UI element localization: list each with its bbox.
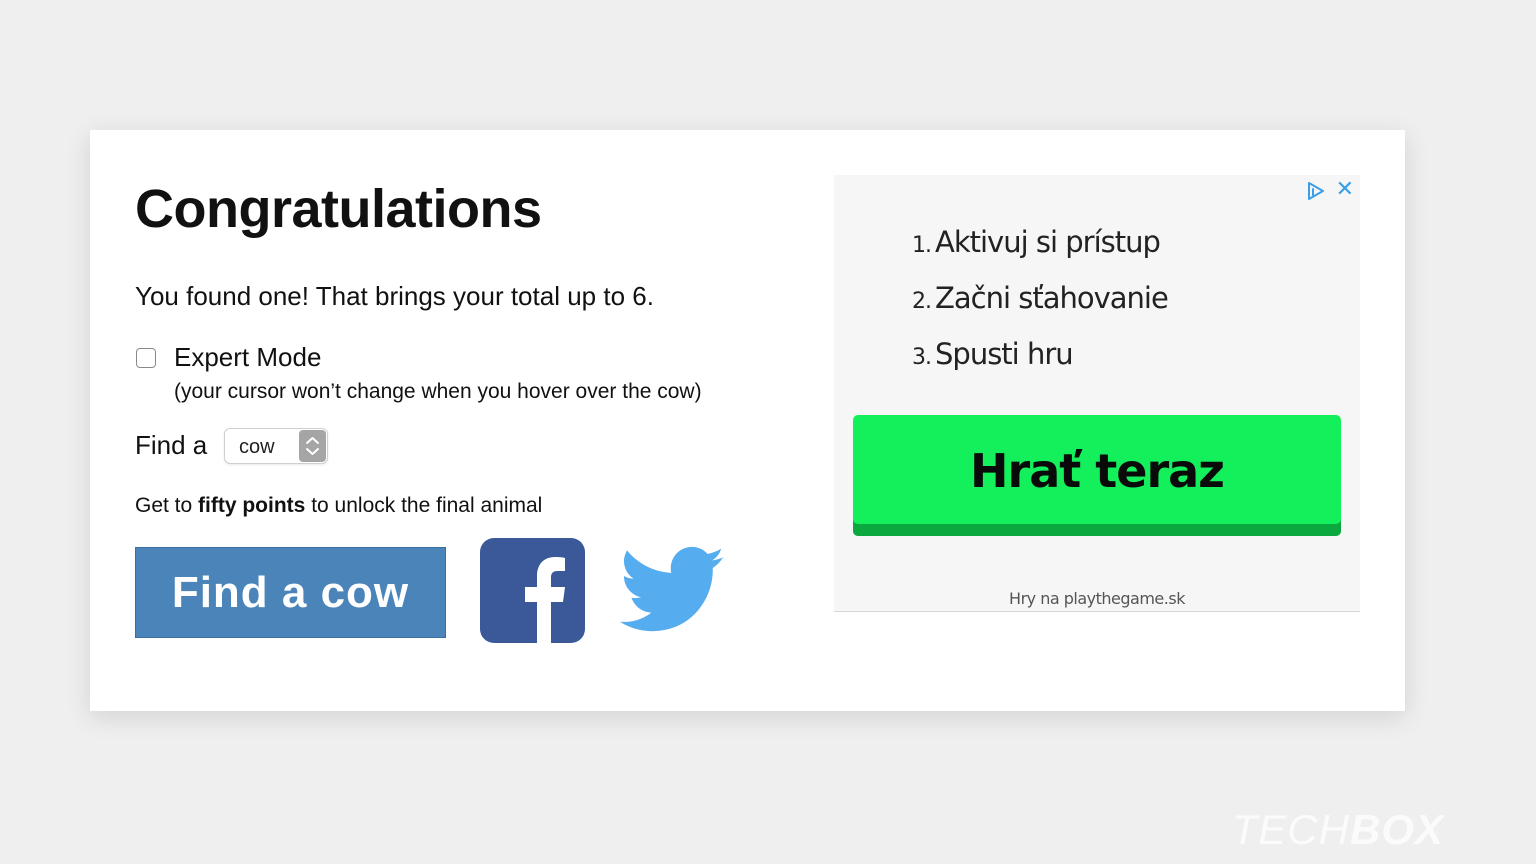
close-icon[interactable]: ✕ (1336, 179, 1354, 201)
found-message: You found one! That brings your total up… (135, 281, 654, 311)
ad-step-text: Aktivuj si prístup (935, 225, 1161, 259)
unlock-hint-bold: fifty points (198, 494, 306, 517)
ad-play-button[interactable]: Hrať teraz (853, 415, 1341, 536)
facebook-icon[interactable] (480, 538, 585, 643)
unlock-hint: Get to fifty points to unlock the final … (135, 494, 542, 518)
congratulations-dialog: Congratulations You found one! That brin… (90, 130, 1405, 711)
ad-step-text: Spusti hru (935, 337, 1074, 371)
expert-mode-note: (your cursor won’t change when you hover… (174, 380, 702, 403)
ad-step: 2. Začni sťahovanie (912, 281, 1169, 315)
ad-step: 1. Aktivuj si prístup (912, 225, 1161, 259)
select-arrows-icon (299, 430, 326, 462)
watermark-light: TECH (1231, 806, 1350, 853)
expert-mode-checkbox[interactable] (136, 348, 156, 368)
advertisement[interactable]: ✕ 1. Aktivuj si prístup 2. Začni sťahovani… (834, 175, 1360, 612)
unlock-hint-suffix: to unlock the final animal (305, 494, 543, 517)
ad-footer-link[interactable]: Hry na playthegame.sk (834, 589, 1360, 608)
ad-step-text: Začni sťahovanie (935, 281, 1169, 315)
unlock-hint-prefix: Get to (135, 494, 199, 517)
ad-step-number: 1. (912, 233, 932, 258)
animal-select-value: cow (239, 436, 275, 458)
expert-mode-label[interactable]: Expert Mode (174, 342, 321, 373)
find-a-label: Find a (135, 430, 208, 460)
ad-step-number: 2. (912, 289, 932, 314)
adchoices-icon[interactable] (1306, 181, 1326, 201)
find-cow-button[interactable]: Find a cow (135, 547, 446, 638)
dialog-title: Congratulations (135, 179, 542, 239)
ad-step: 3. Spusti hru (912, 337, 1074, 371)
ad-step-number: 3. (912, 345, 932, 370)
watermark-bold: BOX (1349, 806, 1444, 853)
techbox-watermark: TECHBOX (1232, 806, 1444, 854)
twitter-icon[interactable] (619, 546, 726, 636)
animal-select[interactable]: cow (224, 428, 328, 464)
